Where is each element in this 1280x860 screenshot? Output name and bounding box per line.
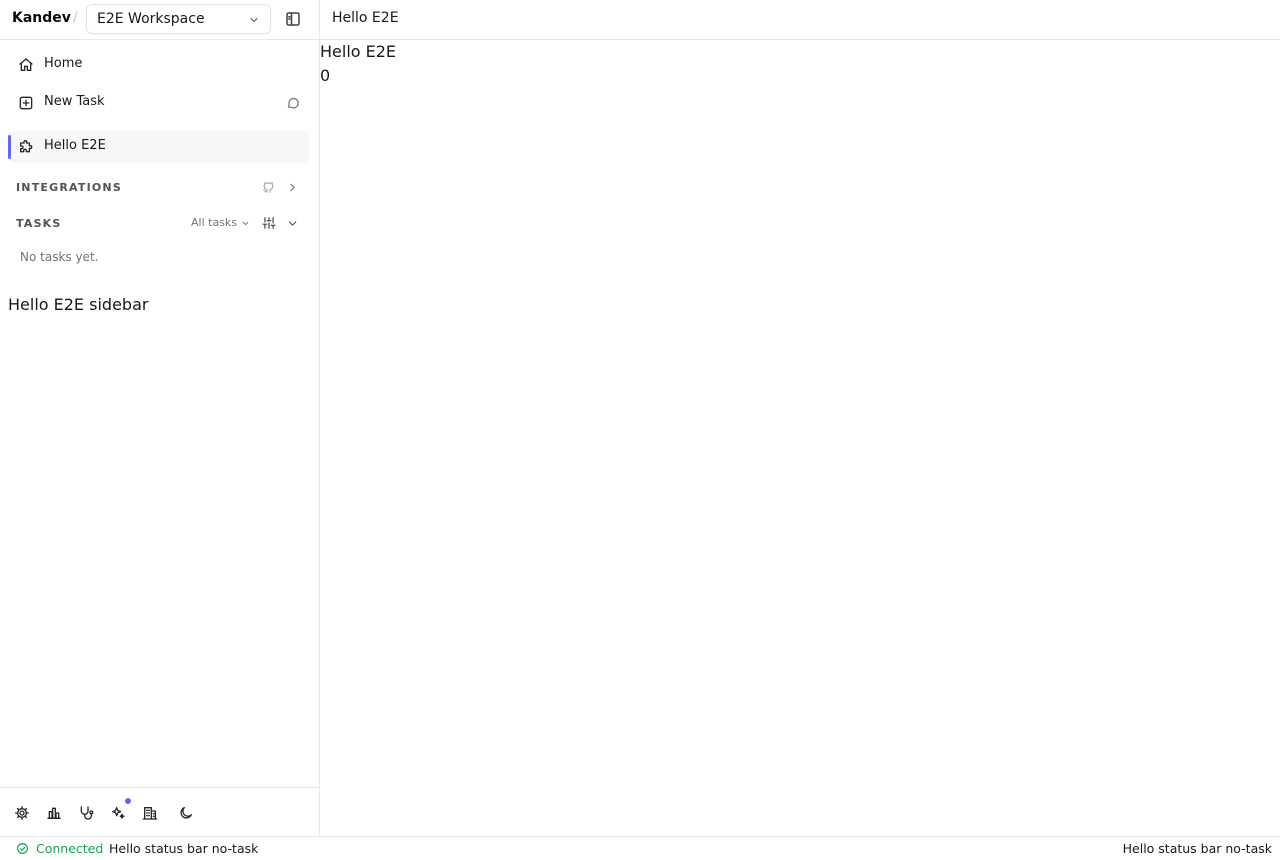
chevron-down-icon[interactable] bbox=[286, 217, 299, 230]
chevron-down-icon bbox=[248, 14, 260, 26]
status-bar: Connected Hello status bar no-task Hello… bbox=[0, 836, 1280, 860]
chevron-right-icon[interactable] bbox=[286, 181, 299, 194]
sidebar-header: Kandev / E2E Workspace bbox=[0, 0, 319, 40]
health-icon[interactable] bbox=[78, 805, 94, 821]
brand-separator: / bbox=[73, 10, 78, 26]
connection-status: Connected bbox=[36, 841, 104, 856]
nav-item-hello-e2e[interactable]: Hello E2E bbox=[8, 131, 310, 163]
active-indicator bbox=[8, 135, 11, 159]
chat-bubble-icon[interactable] bbox=[286, 96, 300, 110]
plus-square-icon bbox=[18, 95, 34, 111]
puzzle-icon bbox=[18, 139, 34, 155]
workspace-selector[interactable]: E2E Workspace bbox=[86, 4, 271, 34]
content-count: 0 bbox=[320, 66, 331, 85]
stats-icon[interactable] bbox=[46, 805, 62, 821]
integrations-title[interactable]: INTEGRATIONS bbox=[16, 181, 122, 194]
task-filter-label: All tasks bbox=[191, 216, 238, 229]
tasks-title[interactable]: TASKS bbox=[16, 217, 62, 230]
page-title: Hello E2E bbox=[332, 10, 399, 26]
office-icon[interactable] bbox=[142, 805, 158, 821]
plugin-sidebar-text: Hello E2E sidebar bbox=[8, 295, 149, 314]
notification-dot bbox=[125, 798, 131, 804]
sidebar-toggle-icon[interactable] bbox=[284, 10, 302, 28]
status-text-left: Hello status bar no-task bbox=[109, 841, 259, 856]
nav-item-home[interactable]: Home bbox=[8, 49, 310, 81]
nav-item-label: New Task bbox=[44, 94, 105, 109]
chevron-down-icon bbox=[241, 219, 250, 228]
brand-logo[interactable]: Kandev bbox=[12, 10, 71, 26]
status-text-right: Hello status bar no-task bbox=[1122, 841, 1272, 856]
nav-item-label: Hello E2E bbox=[44, 138, 106, 153]
github-icon[interactable] bbox=[262, 181, 275, 194]
check-circle-icon bbox=[16, 842, 29, 855]
tasks-empty-text: No tasks yet. bbox=[20, 250, 99, 264]
nav-item-new-task[interactable]: New Task bbox=[8, 87, 310, 119]
sidebar-footer bbox=[0, 787, 319, 837]
sliders-icon[interactable] bbox=[262, 216, 276, 230]
content-title: Hello E2E bbox=[320, 42, 397, 61]
task-filter-dropdown[interactable]: All tasks bbox=[191, 216, 250, 229]
settings-icon[interactable] bbox=[14, 805, 30, 821]
moon-icon[interactable] bbox=[178, 805, 194, 821]
main-header: Hello E2E bbox=[320, 0, 1280, 40]
sparkles-icon[interactable] bbox=[110, 805, 126, 821]
sidebar: Kandev / E2E Workspace Home New Task Hel… bbox=[0, 0, 320, 836]
home-icon bbox=[18, 57, 34, 73]
nav-item-label: Home bbox=[44, 56, 83, 71]
workspace-name: E2E Workspace bbox=[97, 11, 205, 27]
